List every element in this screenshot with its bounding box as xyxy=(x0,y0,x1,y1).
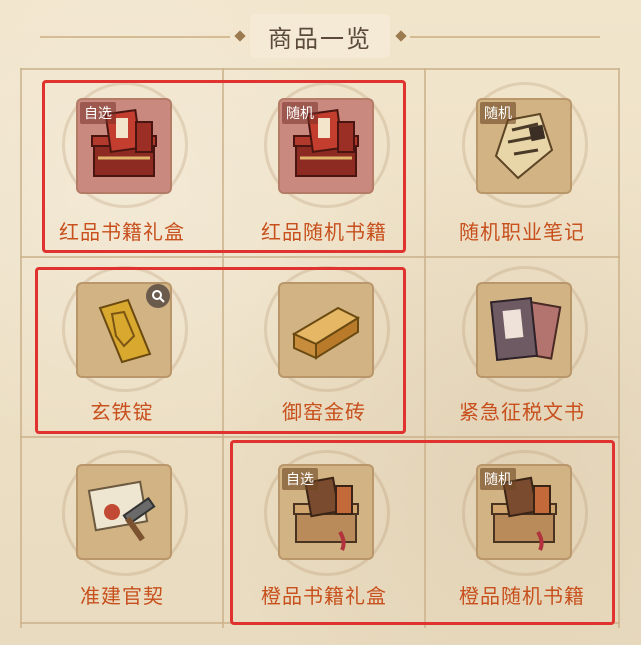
item-cell-6[interactable]: 紧急征税文书 xyxy=(426,258,618,436)
page-title: 商品一览 xyxy=(250,14,390,58)
tag-badge: 随机 xyxy=(480,102,516,124)
tax-document-icon xyxy=(489,296,562,362)
header-divider-right xyxy=(410,36,600,38)
item-icon-frame xyxy=(476,282,572,378)
header-divider-left xyxy=(40,36,230,38)
highlight-box-orange-items xyxy=(230,440,615,625)
item-icon-frame: 随机 xyxy=(476,98,572,194)
item-cell-3[interactable]: 随机 随机职业笔记 xyxy=(426,70,618,256)
item-cell-7[interactable]: 准建官契 xyxy=(22,438,222,622)
diamond-ornament-icon xyxy=(395,30,407,42)
highlight-box-red-items xyxy=(42,80,406,253)
diamond-ornament-icon xyxy=(234,30,246,42)
item-name: 随机职业笔记 xyxy=(459,220,585,244)
item-icon-frame xyxy=(76,464,172,560)
highlight-box-materials xyxy=(35,267,406,434)
building-permit-icon xyxy=(87,480,156,542)
item-name: 准建官契 xyxy=(80,584,164,608)
grid-divider xyxy=(618,68,620,628)
header: 商品一览 xyxy=(0,0,641,66)
item-name: 紧急征税文书 xyxy=(459,400,585,424)
